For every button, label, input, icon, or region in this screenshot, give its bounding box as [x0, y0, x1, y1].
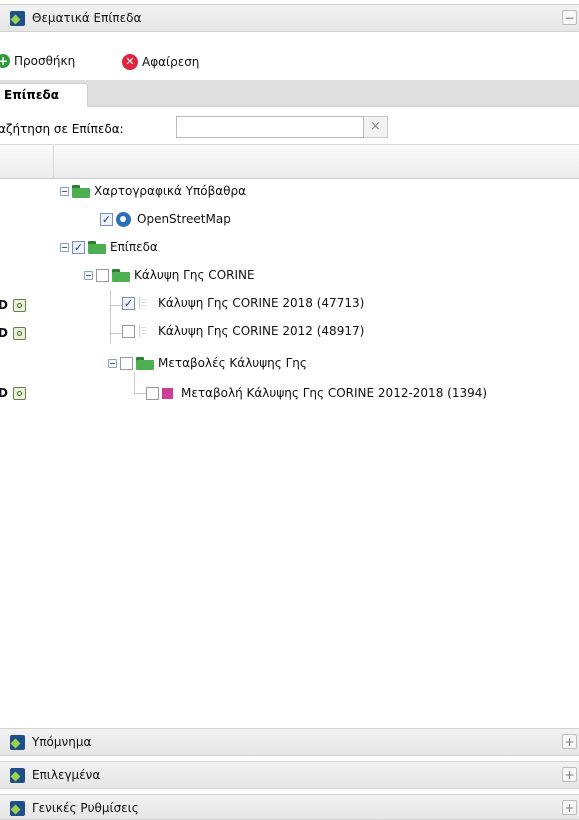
tab-bar: Επίπεδα	[0, 80, 579, 107]
folder-icon	[112, 268, 130, 282]
panel-title: Επιλεγμένα	[32, 768, 101, 782]
tree-node-layers[interactable]: ✓ Επίπεδα	[60, 237, 158, 257]
row-tools: D	[0, 297, 26, 313]
search-input[interactable]	[176, 116, 364, 138]
column-separator[interactable]	[53, 145, 54, 179]
collapse-icon[interactable]	[60, 242, 69, 252]
panel-map-icon	[10, 11, 25, 26]
clear-search-button[interactable]: ×	[364, 116, 388, 138]
folder-icon	[88, 240, 106, 254]
corine-group-checkbox[interactable]	[96, 268, 109, 282]
node-label: Χαρτογραφικά Υπόβαθρα	[94, 184, 247, 198]
collapse-icon[interactable]	[108, 358, 117, 368]
node-label: Κάλυψη Γης CORINE 2012 (48917)	[158, 324, 365, 338]
remove-icon: ✕	[122, 54, 138, 70]
layer-icon	[138, 296, 148, 310]
tree-node-corine-group[interactable]: Κάλυψη Γης CORINE	[84, 265, 255, 285]
layer-icon	[138, 324, 148, 338]
folder-icon	[72, 184, 90, 198]
legend-panel-header[interactable]: Υπόμνημα +	[0, 728, 579, 756]
row-tools: D	[0, 325, 26, 341]
node-label: Μεταβολή Κάλυψης Γης CORINE 2012-2018 (1…	[181, 386, 488, 400]
folder-icon	[136, 356, 154, 370]
changes-group-checkbox[interactable]	[120, 356, 133, 370]
layers-checkbox[interactable]: ✓	[72, 240, 85, 254]
tree-line	[110, 290, 111, 344]
panel-title: Υπόμνημα	[32, 735, 92, 749]
node-label: OpenStreetMap	[137, 212, 231, 226]
row-tools: D	[0, 385, 26, 401]
change-2012-2018-checkbox[interactable]	[146, 386, 159, 400]
layers-toolbar: + Προσθήκη ✕ Αφαίρεση	[0, 44, 579, 80]
node-label: Κάλυψη Γης CORINE	[134, 268, 255, 282]
zoom-to-layer-icon[interactable]	[12, 298, 26, 312]
corine-2012-checkbox[interactable]	[122, 324, 135, 338]
osm-icon	[116, 211, 131, 227]
node-label: Μεταβολές Κάλυψης Γης	[158, 356, 307, 370]
expand-button[interactable]: +	[562, 767, 577, 782]
panel-map-icon	[10, 768, 25, 783]
zoom-to-layer-icon[interactable]	[12, 326, 26, 340]
add-button[interactable]: + Προσθήκη	[0, 54, 75, 68]
tree-node-change-2012-2018[interactable]: Μεταβολή Κάλυψης Γης CORINE 2012-2018 (1…	[146, 383, 487, 403]
node-label: Επίπεδα	[110, 240, 158, 254]
panel-map-icon	[10, 801, 25, 816]
node-label: Κάλυψη Γης CORINE 2018 (47713)	[158, 296, 365, 310]
collapse-button[interactable]: −	[562, 10, 577, 25]
search-row: αζήτηση σε Επίπεδα: ×	[0, 112, 579, 144]
collapse-icon[interactable]	[60, 186, 69, 196]
osm-checkbox[interactable]: ✓	[100, 212, 113, 226]
info-icon[interactable]: D	[0, 298, 8, 312]
selected-panel-header[interactable]: Επιλεγμένα +	[0, 761, 579, 789]
zoom-to-layer-icon[interactable]	[12, 386, 26, 400]
tree-node-osm[interactable]: ✓ OpenStreetMap	[100, 209, 231, 229]
panel-title: Θεματικά Επίπεδα	[32, 11, 142, 25]
tree-line	[134, 372, 135, 394]
tree-node-changes-group[interactable]: Μεταβολές Κάλυψης Γης	[108, 353, 307, 373]
panel-title: Γενικές Ρυθμίσεις	[32, 801, 139, 815]
info-icon[interactable]: D	[0, 326, 8, 340]
plus-icon: +	[0, 54, 10, 68]
expand-button[interactable]: +	[562, 734, 577, 749]
tree-node-corine-2018[interactable]: ✓ Κάλυψη Γης CORINE 2018 (47713)	[122, 293, 364, 313]
corine-2018-checkbox[interactable]: ✓	[122, 296, 135, 310]
tree-line	[134, 393, 146, 394]
collapse-icon[interactable]	[84, 270, 93, 280]
tree-node-basemaps[interactable]: Χαρτογραφικά Υπόβαθρα	[60, 181, 246, 201]
tab-layers[interactable]: Επίπεδα	[0, 83, 88, 107]
search-label: αζήτηση σε Επίπεδα:	[0, 122, 124, 136]
tree-grid-header	[0, 144, 579, 179]
tree-node-corine-2012[interactable]: Κάλυψη Γης CORINE 2012 (48917)	[122, 321, 364, 341]
layers-panel-header[interactable]: Θεματικά Επίπεδα −	[0, 4, 579, 32]
remove-button[interactable]: ✕ Αφαίρεση	[122, 54, 199, 70]
remove-button-label: Αφαίρεση	[142, 55, 200, 69]
info-icon[interactable]: D	[0, 386, 8, 400]
settings-panel-header[interactable]: Γενικές Ρυθμίσεις +	[0, 794, 579, 820]
panel-map-icon	[10, 735, 25, 750]
expand-button[interactable]: +	[562, 800, 577, 815]
legend-swatch	[162, 387, 173, 399]
add-button-label: Προσθήκη	[14, 54, 76, 68]
